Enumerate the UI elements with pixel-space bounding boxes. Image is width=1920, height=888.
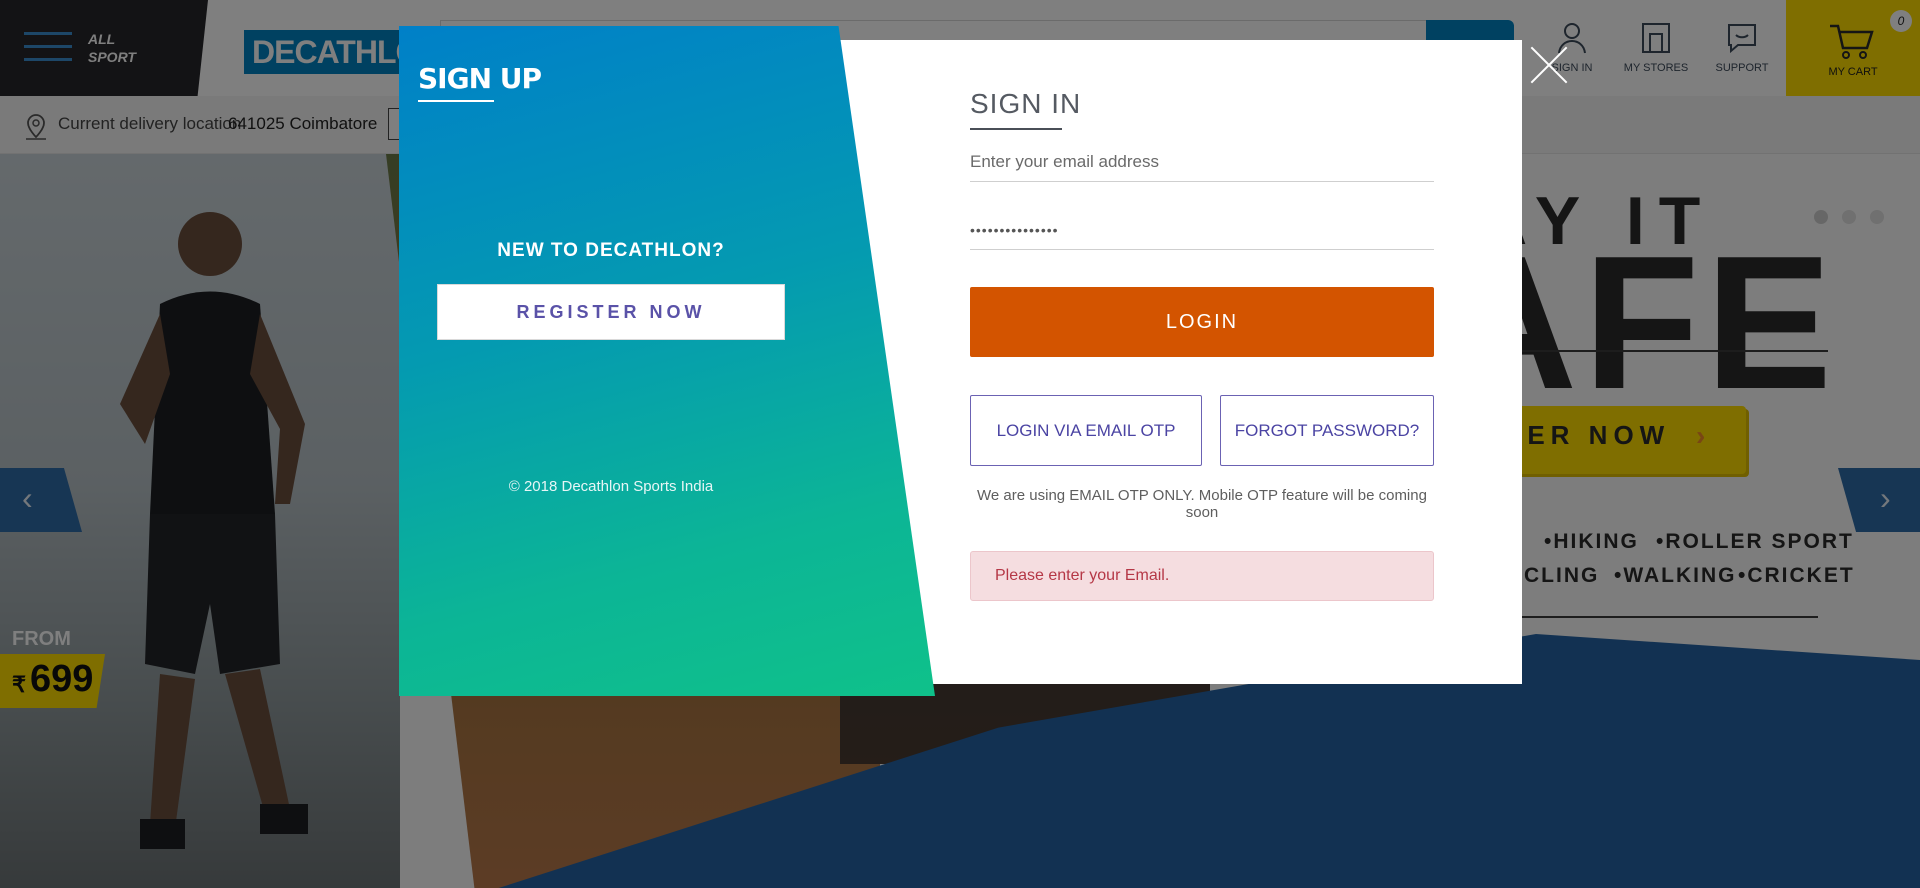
signin-title: SIGN IN xyxy=(970,88,1082,119)
register-now-button[interactable]: REGISTER NOW xyxy=(437,284,785,340)
forgot-password-button[interactable]: FORGOT PASSWORD? xyxy=(1220,395,1434,466)
close-icon[interactable] xyxy=(1528,44,1570,86)
login-via-email-otp-button[interactable]: LOGIN VIA EMAIL OTP xyxy=(970,395,1202,466)
login-button[interactable]: LOGIN xyxy=(970,287,1434,357)
signup-title-underline xyxy=(418,100,494,102)
otp-note: We are using EMAIL OTP ONLY. Mobile OTP … xyxy=(977,487,1427,521)
copyright-text: © 2018 Decathlon Sports India xyxy=(508,478,714,495)
password-field[interactable] xyxy=(970,210,1434,250)
email-error-alert: Please enter your Email. xyxy=(970,551,1434,601)
signin-title-underline xyxy=(970,128,1062,130)
new-to-decathlon-prompt: NEW TO DECATHLON? xyxy=(497,240,725,261)
email-field[interactable] xyxy=(970,142,1434,182)
signup-title: SIGN UP xyxy=(418,62,542,95)
